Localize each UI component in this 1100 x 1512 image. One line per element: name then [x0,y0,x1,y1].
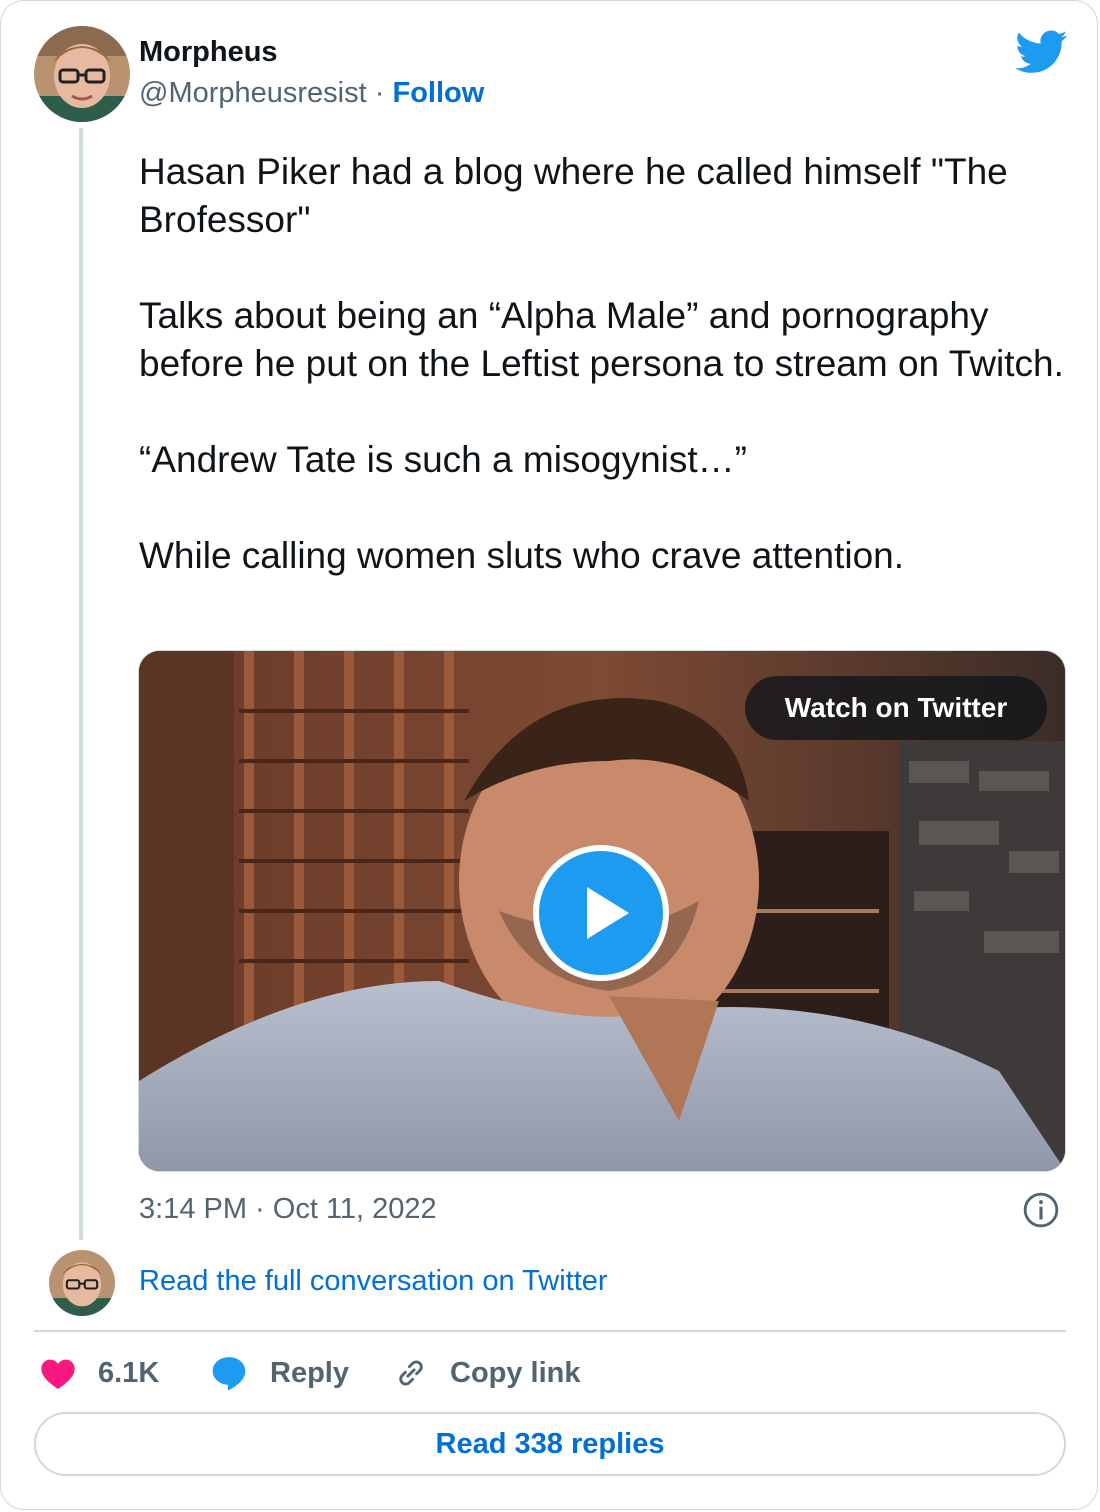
conversation-avatar[interactable] [49,1250,115,1316]
reply-bubble-icon [212,1357,246,1391]
info-icon[interactable] [1022,1191,1060,1229]
twitter-bird-icon[interactable] [1016,30,1068,74]
tweet-paragraph: Hasan Piker had a blog where he called h… [139,151,1008,240]
tweet-text: Hasan Piker had a blog where he called h… [139,148,1069,628]
tweet-paragraph: Talks about being an “Alpha Male” and po… [139,295,1064,384]
play-icon [587,887,629,939]
divider [34,1330,1066,1332]
like-count: 6.1K [98,1356,160,1389]
copy-link-label: Copy link [450,1356,581,1389]
tweet-paragraph: While calling women sluts who crave atte… [139,535,905,576]
tweet-paragraph: “Andrew Tate is such a misogynist…” [139,439,747,480]
thread-line [79,128,83,1240]
author-name[interactable]: Morpheus [139,36,278,69]
avatar-image [49,1250,115,1316]
author-handle[interactable]: @Morpheusresist [139,77,367,109]
read-replies-button[interactable]: Read 338 replies [34,1412,1066,1476]
heart-icon [41,1359,75,1389]
link-icon [399,1360,423,1386]
reply-label: Reply [270,1356,349,1389]
author-avatar[interactable] [34,26,130,122]
play-button[interactable] [533,845,669,981]
author-handle-row: @Morpheusresist · Follow [139,77,484,110]
like-button[interactable]: 6.1K [38,1346,159,1400]
avatar-image [34,26,130,122]
tweet-timestamp[interactable]: 3:14 PM · Oct 11, 2022 [139,1193,437,1226]
action-bar: 6.1K Reply Copy link [0,1346,1100,1400]
copy-link-button[interactable]: Copy link [392,1346,581,1400]
read-full-conversation-link[interactable]: Read the full conversation on Twitter [139,1265,608,1298]
reply-button[interactable]: Reply [208,1346,349,1400]
follow-link[interactable]: Follow [392,77,484,109]
handle-separator: · [374,77,385,109]
watch-on-twitter-button[interactable]: Watch on Twitter [745,676,1047,740]
